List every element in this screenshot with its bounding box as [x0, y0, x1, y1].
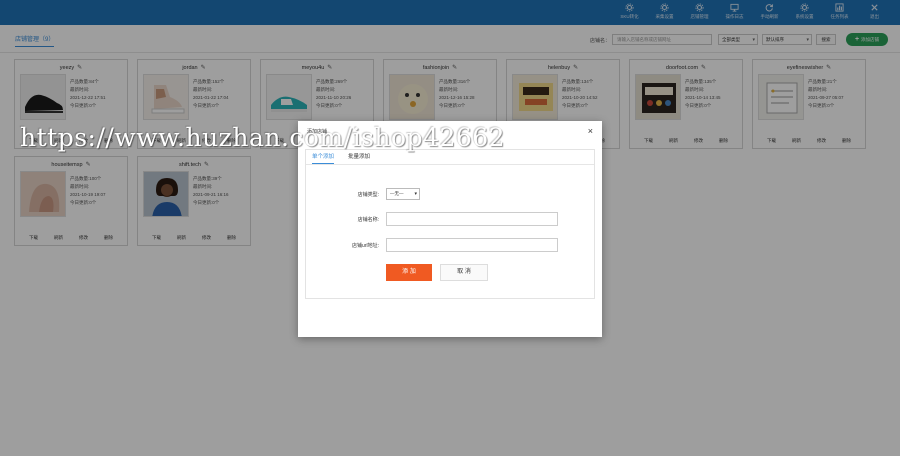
tab-single-add[interactable]: 单个添加 [312, 152, 335, 164]
store-type-select[interactable]: —无— [386, 188, 420, 200]
store-name-input[interactable] [386, 212, 558, 226]
watermark-text: https://www.huzhan.com/ishop42662 [20, 123, 506, 152]
modal-tabs: 单个添加 批量添加 [312, 152, 370, 164]
store-type-label: 店铺类型: [357, 192, 379, 198]
cancel-button[interactable]: 取 消 [440, 264, 488, 281]
add-button[interactable]: 添 加 [386, 264, 432, 281]
store-url-label: 店铺url地址: [352, 243, 379, 249]
store-name-label: 店铺名称: [357, 217, 379, 223]
tab-batch-add[interactable]: 批量添加 [348, 152, 370, 164]
close-icon[interactable]: × [588, 126, 593, 136]
store-url-input[interactable] [386, 238, 558, 252]
tab-divider [306, 164, 594, 165]
modal-panel: 单个添加 批量添加 店铺类型: —无— 店铺名称: 店铺url地址: 添 加 取… [305, 149, 595, 299]
add-store-modal: 添加店铺 × 单个添加 批量添加 店铺类型: —无— 店铺名称: 店铺url地址… [298, 121, 602, 337]
